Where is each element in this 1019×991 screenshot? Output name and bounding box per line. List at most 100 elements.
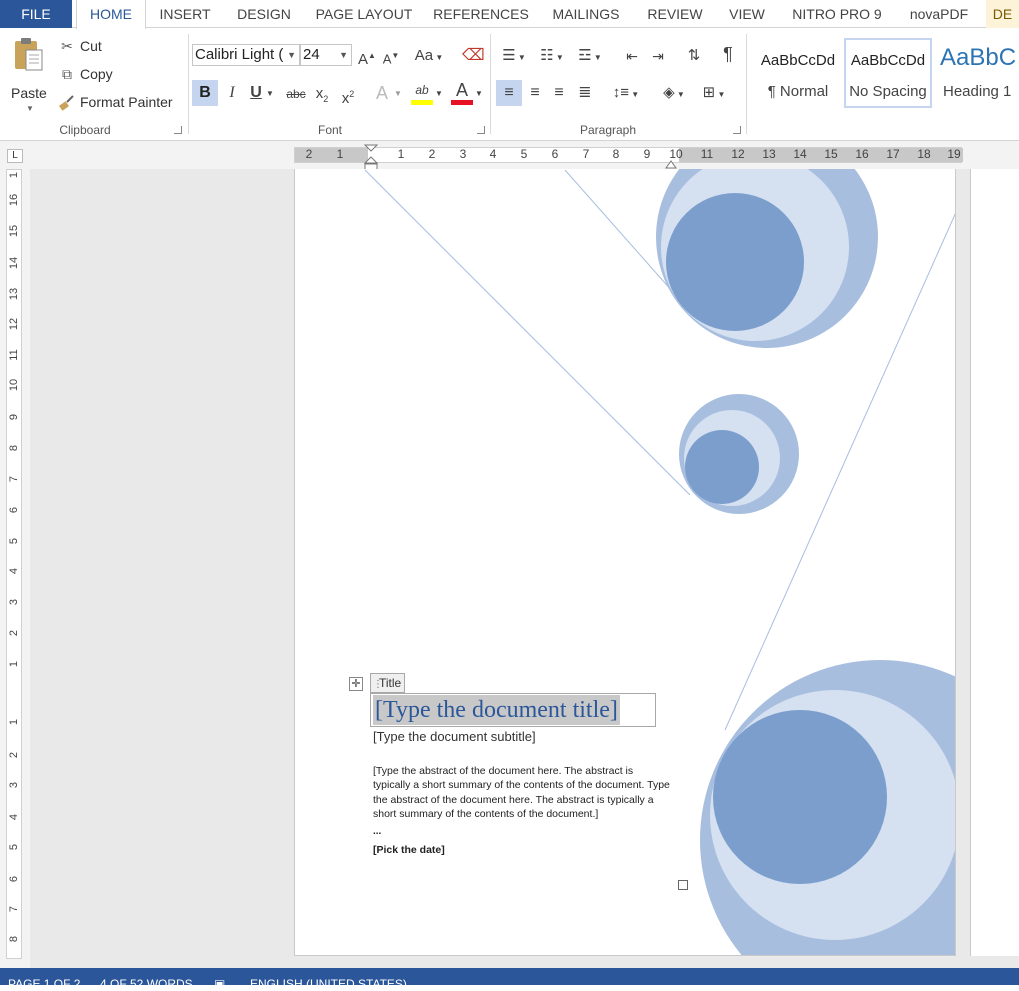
font-color-button[interactable]: A ▼ [448,80,484,106]
tab-design[interactable]: DESIGN [228,0,300,28]
status-word-count[interactable]: 4 OF 52 WORDS [100,978,193,990]
style-heading-1-name: Heading 1 [943,83,1012,100]
ruler-number: 19 [947,147,961,161]
decrease-indent-icon[interactable]: ⇤ [620,46,644,66]
ruler-number: 2 [428,147,436,161]
document-title-placeholder[interactable]: [Type the document title] [373,695,620,725]
chevron-down-icon: ▼ [287,50,296,60]
font-dialog-launcher-icon[interactable] [477,126,485,134]
borders-icon[interactable]: ⊞ ▼ [696,83,732,105]
date-placeholder[interactable]: [Pick the date] [373,844,445,856]
tab-developer[interactable]: DE [986,0,1019,28]
change-case-glyph: Aa [414,47,434,64]
ruler-number: 2 [305,147,313,161]
highlighter-icon: ab [415,83,429,97]
highlight-button[interactable]: ab ▼ [408,80,444,106]
italic-button[interactable]: I [222,83,242,103]
font-name-value: Calibri Light ( [195,46,284,63]
justify-icon[interactable]: ≣ [574,83,596,103]
vertical-ruler-number: 4 [8,567,20,575]
paragraph-dialog-launcher-icon[interactable] [733,126,741,134]
shrink-font-icon[interactable]: A▼ [382,46,400,69]
font-size-value: 24 [303,46,320,63]
align-center-icon[interactable]: ≡ [524,83,546,103]
content-control-tag-label: Title [379,676,402,690]
vertical-ruler-number: 15 [8,224,20,238]
underline-button[interactable]: U [248,83,264,103]
content-control-tag[interactable]: ⋮Title [370,673,406,693]
author-placeholder[interactable]: ... [373,826,381,837]
vertical-ruler-number: 4 [8,813,20,821]
chevron-down-icon: ▼ [475,89,483,98]
grow-font-icon[interactable]: A▲ [358,46,376,70]
clear-formatting-icon[interactable]: ⌫ [462,46,485,66]
tab-view[interactable]: VIEW [720,0,774,28]
clipboard-group-label: Clipboard [59,123,111,137]
font-name-combo[interactable]: Calibri Light ( ▼ [192,44,300,66]
document-abstract-placeholder[interactable]: [Type the abstract of the document here.… [373,764,673,821]
vertical-ruler-number: 13 [8,287,20,301]
format-painter-button[interactable]: Format Painter [56,92,182,114]
multilevel-list-icon[interactable]: ☲ ▼ [572,46,608,68]
style-no-spacing-name: No Spacing [849,83,927,100]
sort-icon[interactable]: ⇅ [682,46,706,66]
chevron-down-icon[interactable]: ▼ [264,84,276,104]
increase-indent-icon[interactable]: ⇥ [646,46,670,66]
chevron-down-icon[interactable]: ▼ [392,84,404,104]
tab-home[interactable]: HOME [76,0,146,29]
tab-review[interactable]: REVIEW [638,0,712,28]
shading-icon[interactable]: ◈ ▼ [656,83,692,105]
paste-button[interactable]: Paste ▼ [6,34,52,114]
style-heading-1[interactable]: AaBbC Heading 1 [936,38,1019,108]
change-case-button[interactable]: Aa ▼ [414,46,444,68]
vertical-ruler-number: 8 [8,935,20,943]
tab-nitro-pro[interactable]: NITRO PRO 9 [782,0,892,28]
cut-button[interactable]: ✂ Cut [56,36,116,58]
status-bar: PAGE 1 OF 2 4 OF 52 WORDS ▣ ENGLISH (UNI… [0,968,1019,990]
vertical-ruler-number: 2 [8,751,20,759]
scissors-icon: ✂ [61,38,73,54]
copy-button[interactable]: ⧉ Copy [56,64,126,86]
show-formatting-marks-icon[interactable]: ¶ [716,44,740,64]
ruler-number: 14 [793,147,807,161]
superscript-button[interactable]: x2 [338,84,358,109]
document-subtitle-placeholder[interactable]: [Type the document subtitle] [373,729,536,744]
tab-page-layout[interactable]: PAGE LAYOUT [308,0,420,28]
tab-file[interactable]: FILE [0,0,72,28]
bullets-icon[interactable]: ☰ ▼ [496,46,532,68]
proofing-icon[interactable]: ▣ [214,978,225,990]
style-no-spacing[interactable]: AaBbCcDd No Spacing [844,38,932,108]
tab-novapdf[interactable]: novaPDF [900,0,978,28]
numbering-icon[interactable]: ☷ ▼ [534,46,570,68]
font-size-combo[interactable]: 24 ▼ [300,44,352,66]
clipboard-dialog-launcher-icon[interactable] [174,126,182,134]
ruler-number: 5 [520,147,528,161]
vertical-ruler-number: 1 [8,718,20,726]
text-effects-button[interactable]: A [372,83,392,103]
document-page[interactable]: ✛ ⋮Title [Type the document title] [Type… [294,169,956,956]
style-normal-sample: AaBbCcDd [760,52,836,69]
align-right-icon[interactable]: ≡ [548,83,570,103]
tab-references[interactable]: REFERENCES [428,0,534,28]
cover-page-decoration [364,169,955,955]
subscript-button[interactable]: x2 [312,84,332,109]
style-no-spacing-sample: AaBbCcDd [850,52,926,69]
tab-insert[interactable]: INSERT [152,0,218,28]
status-page-count[interactable]: PAGE 1 OF 2 [8,978,80,990]
style-normal-name: ¶ Normal [767,83,829,100]
strikethrough-button[interactable]: abc [284,84,308,104]
chevron-down-icon: ▼ [339,50,348,60]
ruler-number: 11 [700,147,714,161]
group-separator [188,34,189,134]
vertical-ruler-number: 12 [8,317,20,331]
bold-button[interactable]: B [192,80,218,106]
status-language[interactable]: ENGLISH (UNITED STATES) [250,978,407,990]
tab-selector-button[interactable]: L [7,149,23,163]
align-left-icon[interactable]: ≡ [496,80,522,106]
tab-mailings[interactable]: MAILINGS [542,0,630,28]
text-box-resize-handle[interactable] [678,880,688,890]
line-spacing-icon[interactable]: ↕≡ ▼ [608,83,644,105]
move-handle-icon[interactable]: ✛ [349,677,363,691]
style-normal[interactable]: AaBbCcDd ¶ Normal [754,38,842,108]
ruler-number: 13 [762,147,776,161]
